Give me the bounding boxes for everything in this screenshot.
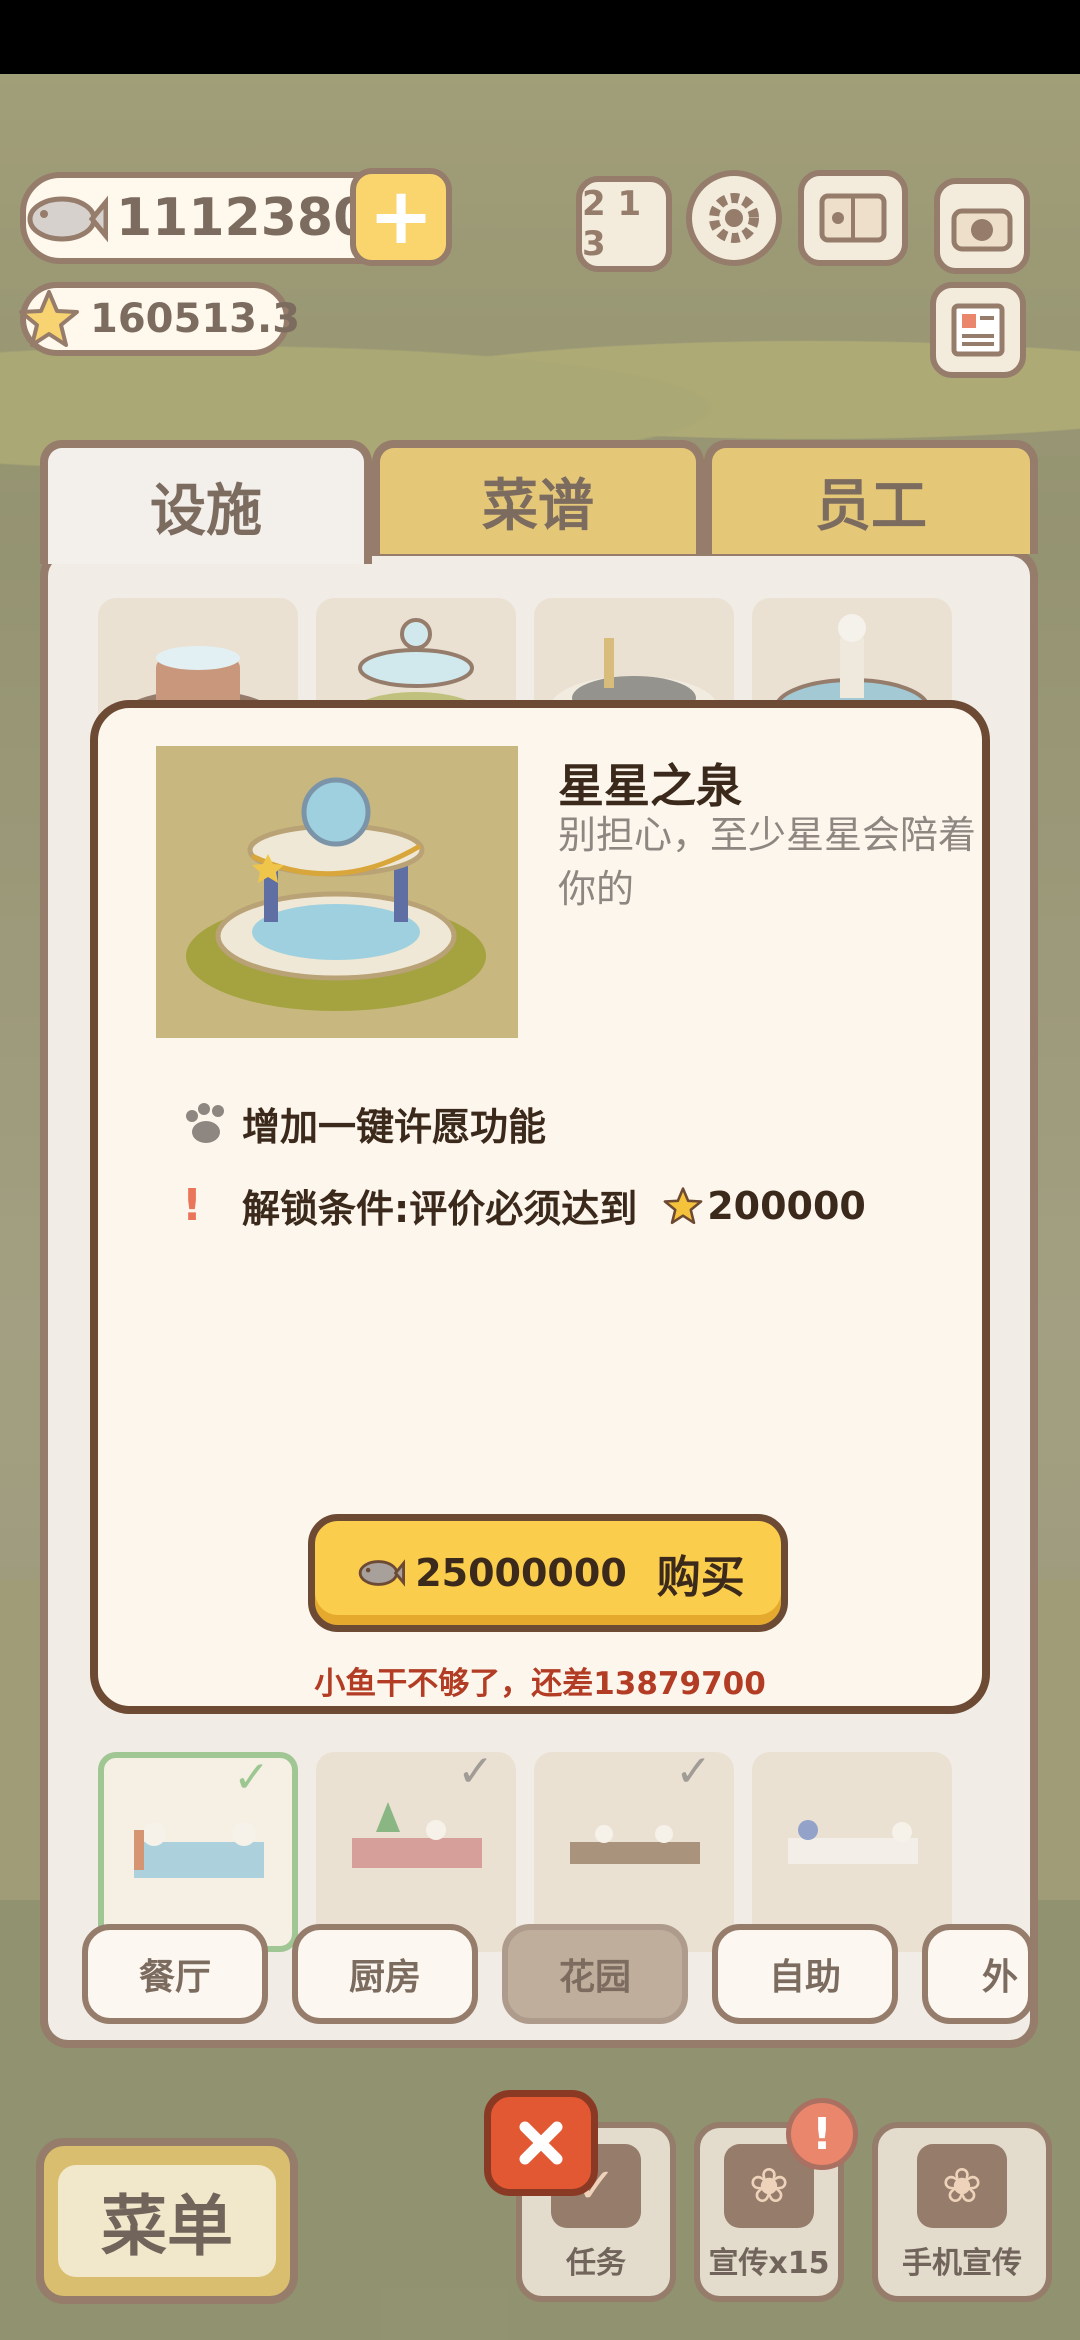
item-name: 星星之泉 bbox=[558, 759, 742, 813]
unlock-value: 200000 bbox=[707, 1183, 866, 1228]
unlock-condition-text: 解锁条件:评价必须达到 bbox=[242, 1187, 638, 1231]
unlock-condition-row: ! 解锁条件:评价必须达到 200000 bbox=[182, 1178, 866, 1233]
star-icon bbox=[663, 1186, 703, 1226]
insufficient-funds-warning: 小鱼干不够了，还差13879700 bbox=[314, 1666, 766, 1702]
close-button[interactable] bbox=[484, 2090, 598, 2196]
item-preview-image bbox=[156, 746, 518, 1038]
close-icon bbox=[519, 2121, 563, 2165]
feature-text: 增加一键许愿功能 bbox=[242, 1105, 547, 1149]
star-fountain-icon bbox=[186, 777, 486, 1011]
paw-icon bbox=[182, 1102, 242, 1146]
exclamation-icon: ! bbox=[182, 1180, 203, 1231]
item-description: 别担心，至少星星会陪着你的 bbox=[558, 813, 977, 911]
feature-row: 增加一键许愿功能 bbox=[182, 1096, 546, 1151]
buy-label: 购买 bbox=[656, 1552, 745, 1603]
item-detail-dialog: 星星之泉 别担心，至少星星会陪着你的 增加一键许愿功能 ! 解锁条件:评价必须达… bbox=[90, 700, 990, 1714]
status-bar bbox=[0, 0, 1080, 74]
buy-button[interactable]: 25000000 购买 bbox=[308, 1514, 788, 1632]
buy-price: 25000000 bbox=[415, 1551, 627, 1595]
fish-icon bbox=[351, 1553, 407, 1593]
